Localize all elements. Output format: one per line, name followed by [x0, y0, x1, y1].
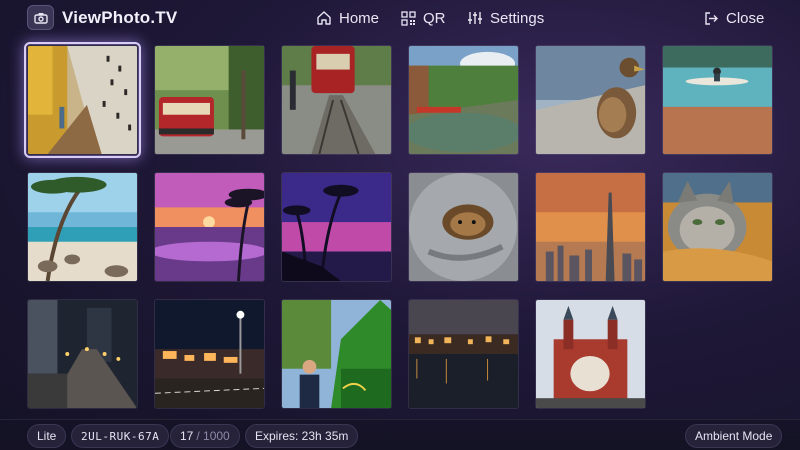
nav-home-button[interactable]: Home: [316, 7, 379, 29]
photo-tile[interactable]: [535, 299, 646, 409]
photo-thumbnail: [409, 46, 518, 154]
photo-thumbnail: [282, 173, 391, 281]
nav-qr-button[interactable]: QR: [401, 7, 446, 29]
logo: [27, 5, 54, 30]
photo-thumbnail: [155, 46, 264, 154]
nav-close-label: Close: [726, 9, 765, 27]
photo-thumbnail: [282, 300, 391, 408]
plan-badge: Lite: [27, 424, 67, 448]
device-code-badge: 2UL-RUK-67A: [71, 424, 170, 448]
photo-thumbnail: [28, 300, 137, 408]
photo-tile[interactable]: [408, 172, 519, 282]
exit-icon: [705, 11, 718, 25]
nav-home-label: Home: [339, 9, 380, 27]
photo-tile[interactable]: [154, 45, 265, 155]
photo-thumbnail: [282, 46, 391, 154]
top-bar: ViewPhoto.TV Home QR Settings Close: [0, 0, 800, 36]
photo-thumbnail: [409, 173, 518, 281]
nav-close-button[interactable]: Close: [704, 7, 764, 29]
sliders-icon: [468, 12, 482, 24]
photo-tile[interactable]: [27, 299, 138, 409]
photo-thumbnail: [536, 300, 645, 408]
photo-tile[interactable]: [535, 172, 646, 282]
photo-count: 17: [180, 429, 194, 443]
photo-tile[interactable]: [154, 299, 265, 409]
photo-count-badge: 17 / 1000: [170, 424, 240, 448]
nav-settings-label: Settings: [490, 9, 545, 27]
photo-thumbnail: [663, 173, 772, 281]
photo-tile[interactable]: [24, 42, 141, 158]
photo-grid: [24, 42, 775, 411]
photo-tile[interactable]: [281, 172, 392, 282]
qr-code-icon: [401, 10, 416, 26]
home-icon: [317, 11, 331, 25]
photo-thumbnail: [409, 300, 518, 408]
nav-qr-label: QR: [423, 9, 446, 27]
camera-icon: [33, 12, 48, 24]
photo-thumbnail: [663, 46, 772, 154]
photo-thumbnail: [155, 300, 264, 408]
photo-tile[interactable]: [408, 299, 519, 409]
photo-tile[interactable]: [27, 172, 138, 282]
status-bar: Lite 2UL-RUK-67A 17 / 1000 Expires: 23h …: [0, 419, 800, 450]
photo-tile[interactable]: [281, 45, 392, 155]
photo-tile[interactable]: [535, 45, 646, 155]
photo-tile[interactable]: [662, 172, 773, 282]
photo-limit: / 1000: [196, 429, 230, 443]
expiry-badge: Expires: 23h 35m: [245, 424, 359, 448]
app-title: ViewPhoto.TV: [62, 8, 178, 27]
photo-thumbnail: [155, 173, 264, 281]
photo-tile[interactable]: [154, 172, 265, 282]
ambient-mode-button[interactable]: Ambient Mode: [685, 424, 783, 448]
photo-tile[interactable]: [408, 45, 519, 155]
photo-thumbnail: [536, 173, 645, 281]
photo-tile[interactable]: [662, 45, 773, 155]
photo-thumbnail: [28, 173, 137, 281]
photo-tile[interactable]: [281, 299, 392, 409]
photo-thumbnail: [536, 46, 645, 154]
photo-thumbnail: [28, 46, 137, 154]
nav-settings-button[interactable]: Settings: [467, 7, 544, 29]
